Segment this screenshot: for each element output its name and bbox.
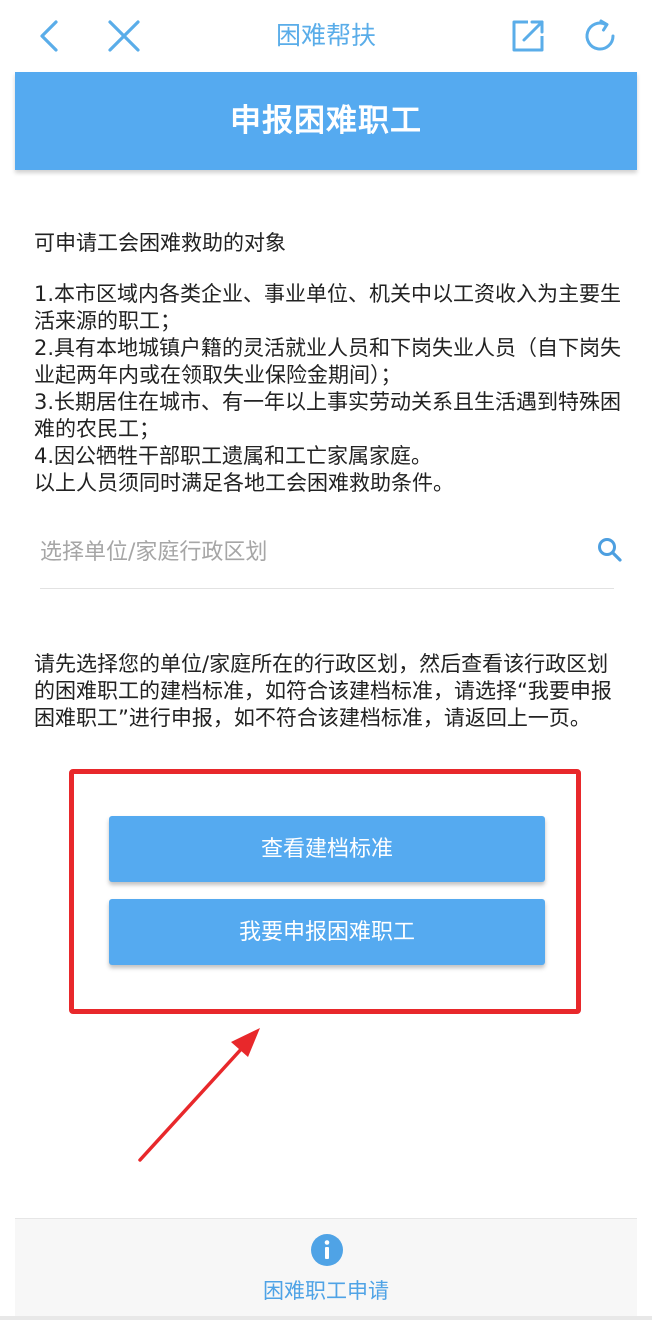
view-standard-button[interactable]: 查看建档标准 — [109, 816, 545, 882]
region-search — [40, 530, 622, 589]
criteria-item: 4.因公牺牲干部职工遗属和工亡家属家庭。 — [34, 444, 433, 468]
header-title: 申报困难职工 — [230, 103, 422, 139]
criteria-item: 1.本市区域内各类企业、事业单位、机关中以工资收入为主要生活来源的职工； — [34, 282, 622, 333]
tab-hardship-application[interactable]: 困难职工申请 — [15, 1219, 637, 1317]
page: 困难帮扶 申报困难职工 可申请工会困难救助的对象 1.本市区域内各类企业、事业单… — [0, 0, 652, 1320]
search-icon[interactable] — [596, 536, 624, 564]
bottom-tab-bar: 困难职工申请 — [15, 1218, 637, 1317]
apply-button[interactable]: 我要申报困难职工 — [109, 899, 545, 965]
instructions: 请先选择您的单位/家庭所在的行政区划，然后查看该行政区划的困难职工的建档标准，如… — [34, 651, 624, 732]
intro-heading: 可申请工会困难救助的对象 — [34, 231, 286, 255]
instructions-text: 请先选择您的单位/家庭所在的行政区划，然后查看该行政区划的困难职工的建档标准，如… — [34, 652, 612, 730]
criteria-item: 2.具有本地城镇户籍的灵活就业人员和下岗失业人员（自下岗失业起两年内或在领取失业… — [34, 336, 622, 387]
header-banner: 申报困难职工 — [15, 72, 637, 170]
tab-label: 困难职工申请 — [263, 1279, 389, 1303]
page-title: 困难帮扶 — [275, 21, 376, 50]
criteria-item: 3.长期居住在城市、有一年以上事实劳动关系且生活遇到特殊困难的农民工； — [34, 390, 622, 441]
criteria-list: 1.本市区域内各类企业、事业单位、机关中以工资收入为主要生活来源的职工； 2.具… — [34, 281, 624, 497]
criteria-note: 以上人员须同时满足各地工会困难救助条件。 — [34, 471, 454, 495]
top-nav-bar: 困难帮扶 — [0, 0, 652, 72]
info-icon — [311, 1234, 343, 1266]
region-search-input[interactable] — [40, 530, 560, 574]
refresh-icon[interactable] — [580, 16, 620, 56]
highlight-box — [69, 769, 581, 1014]
bottom-edge — [0, 1316, 652, 1320]
share-icon[interactable] — [508, 16, 548, 56]
